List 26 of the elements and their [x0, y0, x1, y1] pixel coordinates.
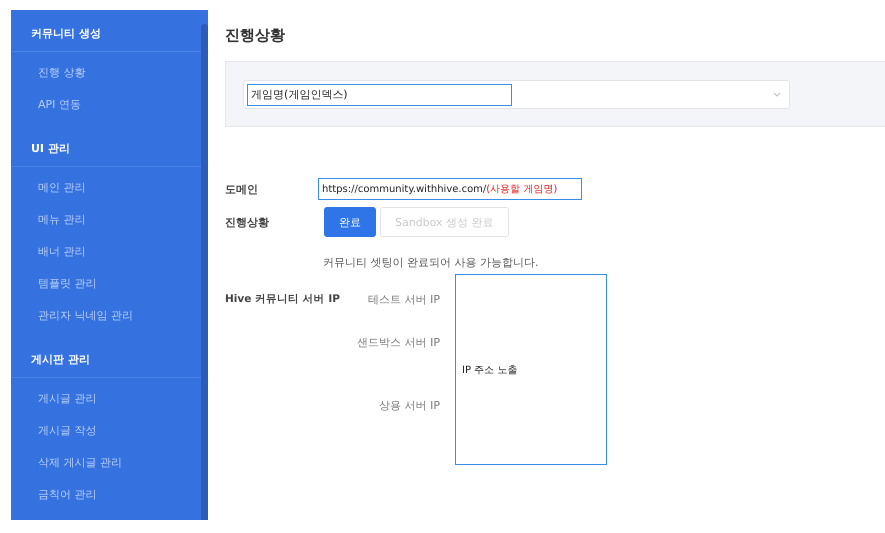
- server-label: 상용 서버 IP: [379, 398, 440, 413]
- server-label: 샌드박스 서버 IP: [357, 335, 440, 350]
- sidebar-item[interactable]: 템플릿 관리: [11, 268, 201, 300]
- sidebar-item[interactable]: 메뉴 관리: [11, 204, 201, 236]
- sidebar-item[interactable]: API 연동: [11, 89, 201, 121]
- sidebar-item[interactable]: 관리자 닉네임 관리: [11, 300, 201, 332]
- game-select[interactable]: 게임명(게임인덱스): [243, 80, 790, 109]
- field-label: Hive 커뮤니티 서버 IP: [225, 292, 341, 306]
- status-button[interactable]: 완료: [324, 207, 376, 237]
- sidebar-item[interactable]: 진행 상황: [11, 57, 201, 89]
- sidebar-item[interactable]: 금칙어 관리: [11, 479, 201, 511]
- select-input[interactable]: 게임명(게임인덱스): [247, 84, 512, 106]
- domain-field[interactable]: https://community.withhive.com/(사용할 게임명): [318, 178, 582, 200]
- sidebar-item[interactable]: 메인 관리: [11, 172, 201, 204]
- field-label: 도메인: [225, 182, 259, 196]
- status-message: 커뮤니티 셋팅이 완료되어 사용 가능합니다.: [323, 255, 540, 270]
- chevron-down-icon: [773, 92, 781, 97]
- sidebar-item[interactable]: 배너 관리: [11, 236, 201, 268]
- sidebar-item[interactable]: 게시글 관리: [11, 383, 201, 415]
- ip-text-area[interactable]: IP 주소 노출: [455, 274, 607, 465]
- scrollbar[interactable]: [201, 24, 208, 520]
- sidebar-item[interactable]: 삭제 게시글 관리: [11, 447, 201, 479]
- sidebar-item[interactable]: 게시글 작성: [11, 415, 201, 447]
- field-label: 진행상황: [225, 214, 270, 230]
- server-label: 테스트 서버 IP: [368, 292, 440, 307]
- page-title: 진행상황: [225, 26, 286, 46]
